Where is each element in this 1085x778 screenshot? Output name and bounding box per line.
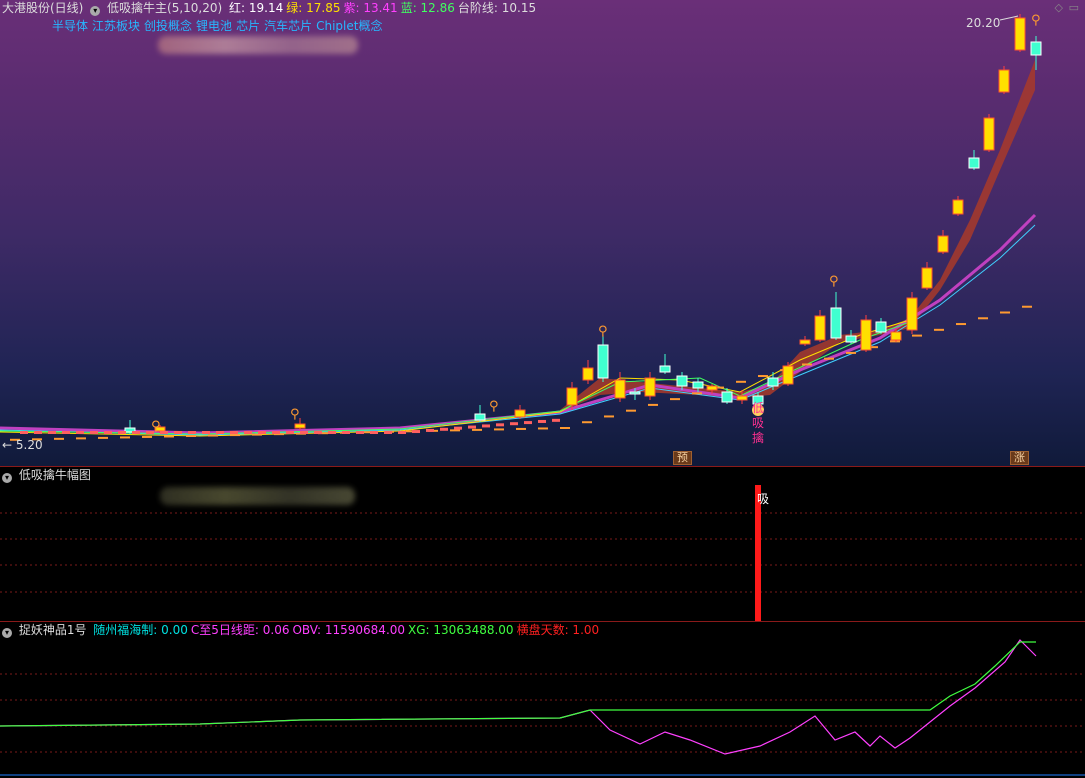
candle-body [706,385,718,391]
buy-signal-char: 吸 [752,416,764,430]
small-candle [160,431,168,434]
small-candle [440,427,448,431]
low-price-label: ← 5.20 [2,438,43,452]
obv-line [0,639,1037,755]
main-chart-panel[interactable]: 大港股份(日线) ▾ 低吸擒牛主(5,10,20) 红: 19.14 绿: 17.… [0,0,1085,466]
candle-body [860,319,872,351]
candle-body [937,235,949,253]
pre-mark: 预 [673,451,692,465]
small-candle [286,431,294,434]
candle-body [659,365,671,373]
person-marker-icon: ⚲ [489,399,499,414]
price-chart[interactable]: ⚲ ⚲ ⚲ ⚲ ⚲ ⚲ 20.20 ← 5.20 低吸擒 [0,0,1085,466]
candle-body [294,423,306,429]
buy-signal-char: 擒 [752,430,764,445]
small-candle [538,419,546,423]
xg-line [0,641,1036,727]
candle-body [814,315,826,341]
candle-body [566,387,578,406]
candle-body [1014,17,1026,51]
small-candle [244,431,252,434]
signal-label: 吸 [757,492,769,506]
person-marker-icon: ⚲ [1031,13,1041,28]
small-candle [216,431,224,434]
person-marker-icon: ⚲ [829,274,839,289]
small-candle [412,430,420,434]
candle-body [629,391,641,395]
small-candle [76,431,84,434]
small-candle [426,428,434,432]
person-marker-icon: ⚲ [151,419,161,434]
small-candle [104,431,112,434]
small-candle [188,431,196,434]
small-candle [314,431,322,434]
small-candle [132,431,140,434]
small-candle [328,431,336,434]
indicator-chart [0,639,1085,776]
candle-body [906,297,918,331]
small-candle [62,431,70,434]
small-candle [174,431,182,434]
high-price-label: 20.20 [966,16,1000,30]
rise-mark: 涨 [1010,451,1029,465]
candle-body [875,321,887,333]
candle-body [597,344,609,379]
small-candle [370,431,378,434]
small-candle [496,423,504,427]
candle-body [582,367,594,381]
small-candle [398,431,406,434]
candle-body [614,379,626,399]
small-candle [90,431,98,434]
candle-body [921,267,933,289]
candle-body [799,339,811,345]
candle-body [736,395,748,401]
oscillator-panel[interactable]: ▾ 低吸擒牛幅图 吸 [0,466,1085,622]
candle-body [767,377,779,387]
candle-body [998,69,1010,93]
small-candle [454,426,462,430]
oscillator-chart: 吸 [0,485,1082,621]
small-candle [118,431,126,434]
candle-body [474,413,486,421]
candle-body [830,307,842,339]
candle-body [968,157,980,169]
small-candle [20,431,28,434]
small-candle [356,431,364,434]
small-candle [524,421,532,425]
small-candle [342,431,350,434]
small-candle [230,431,238,434]
small-candle [482,424,490,428]
ribbon-band [560,60,1035,412]
small-candle [48,431,56,434]
candle-body [514,409,526,418]
candle-body [890,331,902,341]
small-candle [258,431,266,434]
small-candle [468,425,476,429]
small-candle [552,418,560,422]
candle-body [952,199,964,215]
small-candle [510,422,518,426]
candle-body [845,335,857,343]
candle-body [676,375,688,387]
small-candle [34,431,42,434]
candle-body [782,365,794,385]
small-candle [272,431,280,434]
candle-body [983,117,995,151]
buy-signal-char: 低 [752,401,764,415]
person-marker-icon: ⚲ [598,324,608,339]
indicator-panel[interactable]: ▾ 捉妖神品1号 随州福海制: 0.00 C至5日线距: 0.06 OBV: 115… [0,621,1085,778]
candle-body [692,381,704,389]
candle-body [1030,41,1042,56]
person-marker-icon: ⚲ [290,407,300,422]
small-candle [202,431,210,434]
small-candle [384,431,392,434]
candle-body [721,391,733,403]
small-candle [300,431,308,434]
candle-body [644,377,656,397]
